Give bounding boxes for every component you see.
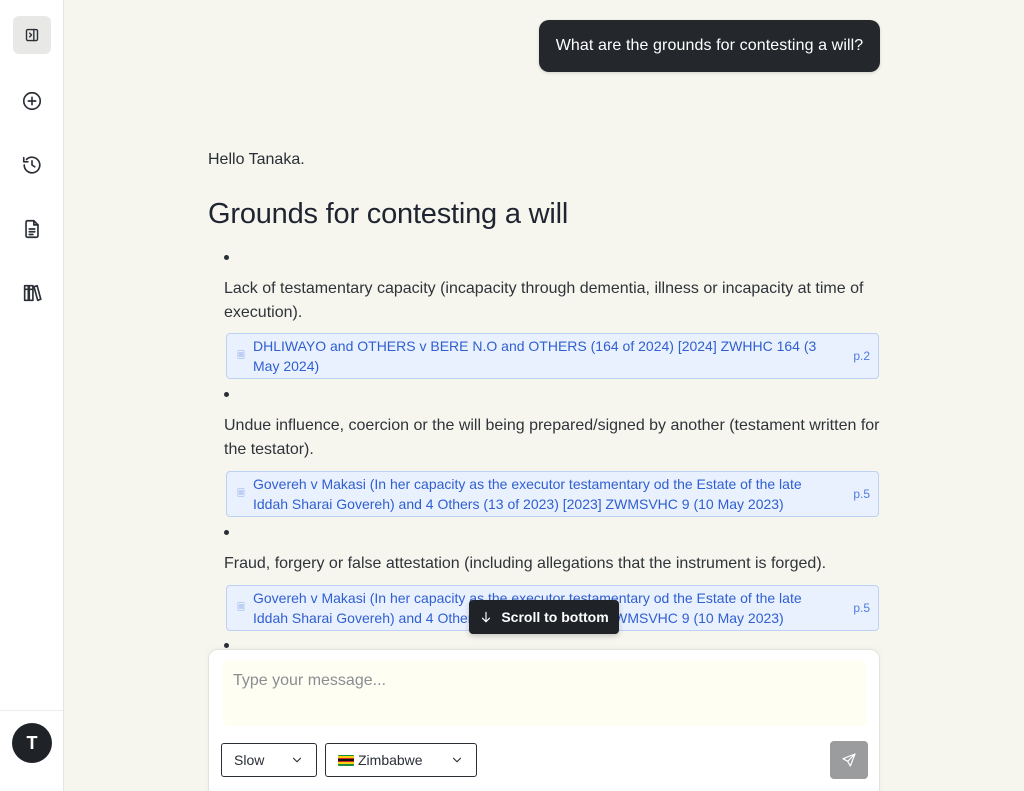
citation-page-2: p.5	[853, 487, 870, 501]
judgment-document-icon: 🗏	[237, 350, 245, 360]
sidebar-toggle-icon	[25, 28, 39, 42]
point-text-2: Undue influence, coercion or the will be…	[224, 417, 880, 458]
country-select[interactable]: Zimbabwe	[325, 743, 477, 777]
citation-card-1[interactable]: 🗏 DHLIWAYO and OTHERS v BERE N.O and OTH…	[226, 333, 879, 379]
sidebar: T	[0, 0, 64, 791]
arrow-down-icon	[482, 611, 491, 623]
response-heading: Grounds for contesting a will	[208, 198, 569, 230]
message-input[interactable]	[223, 660, 867, 726]
judgment-document-icon: 🗏	[237, 602, 245, 612]
document-icon	[25, 219, 39, 239]
citation-page-1: p.2	[853, 349, 870, 363]
history-icon	[22, 156, 41, 174]
user-message-text: What are the grounds for contesting a wi…	[555, 37, 864, 54]
point-text-1: Lack of testamentary capacity (incapacit…	[224, 280, 864, 321]
judgment-document-icon: 🗏	[237, 488, 245, 498]
zimbabwe-flag-icon	[338, 754, 354, 766]
speed-select[interactable]: Slow	[221, 743, 317, 777]
citation-card-2[interactable]: 🗏 Govereh v Makasi (In her capacity as t…	[226, 471, 879, 517]
library-button[interactable]	[13, 274, 51, 312]
point-text-3: Fraud, forgery or false attestation (inc…	[224, 555, 827, 572]
bullet-marker	[224, 643, 229, 648]
citation-page-3: p.5	[853, 601, 870, 615]
country-select-value: Zimbabwe	[358, 752, 423, 768]
new-chat-icon	[22, 91, 42, 111]
send-button[interactable]	[830, 741, 868, 779]
bullet-marker	[224, 392, 229, 397]
bullet-marker	[224, 255, 229, 260]
new-chat-button[interactable]	[13, 82, 51, 120]
send-icon	[842, 753, 856, 767]
avatar-initial: T	[26, 732, 38, 753]
library-icon	[23, 284, 42, 302]
user-message-bubble: What are the grounds for contesting a wi…	[539, 20, 880, 72]
documents-button[interactable]	[13, 210, 51, 248]
scroll-to-bottom-label: Scroll to bottom	[501, 609, 609, 625]
user-avatar[interactable]: T	[12, 723, 52, 763]
message-composer: Slow Zimbabwe	[208, 649, 880, 791]
citation-title-2: Govereh v Makasi (In her capacity as the…	[253, 476, 802, 512]
sidebar-toggle-button[interactable]	[13, 16, 51, 54]
history-button[interactable]	[13, 146, 51, 184]
bullet-marker	[224, 530, 229, 535]
assistant-greeting: Hello Tanaka.	[208, 151, 305, 168]
chevron-down-icon	[292, 757, 302, 763]
chevron-down-icon	[452, 757, 462, 763]
speed-select-value: Slow	[234, 752, 265, 768]
sidebar-divider	[0, 710, 63, 711]
citation-title-1: DHLIWAYO and OTHERS v BERE N.O and OTHER…	[253, 338, 817, 374]
scroll-to-bottom-button[interactable]: Scroll to bottom	[469, 600, 619, 634]
